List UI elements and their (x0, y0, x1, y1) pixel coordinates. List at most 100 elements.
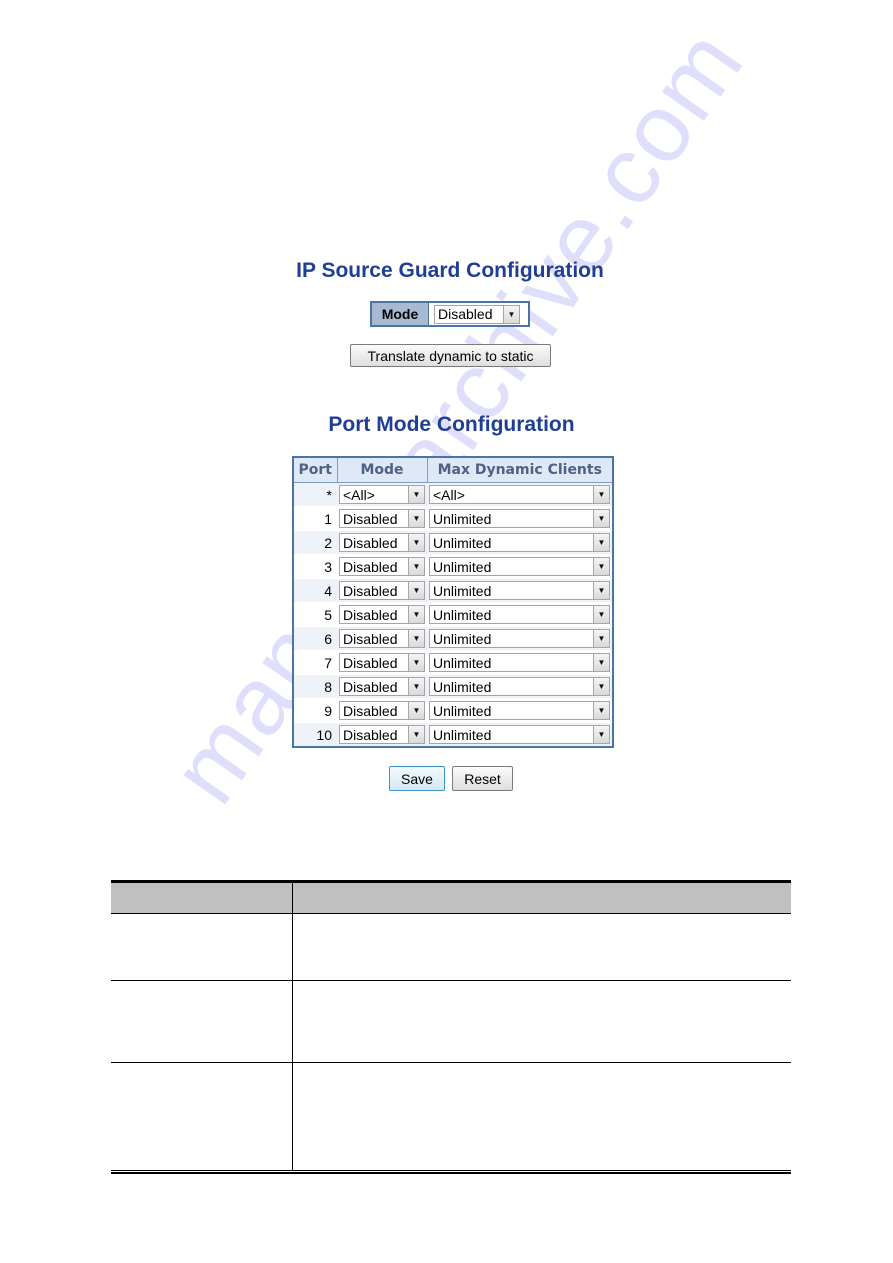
global-mode-select[interactable]: Disabled ▼ (434, 304, 520, 324)
port-row: 1 Disabled ▼ Unlimited ▼ (293, 506, 613, 531)
port-mode-value: Disabled (343, 678, 398, 695)
port-mode-select[interactable]: Disabled ▼ (339, 557, 425, 576)
port-mode-value: Disabled (343, 654, 398, 671)
chevron-down-icon[interactable]: ▼ (593, 654, 609, 671)
global-mode-value: Disabled (438, 306, 493, 322)
port-number: 7 (293, 650, 337, 675)
max-dynamic-clients-value: Unlimited (433, 534, 492, 551)
port-mode-select[interactable]: Disabled ▼ (339, 509, 425, 528)
port-number: 9 (293, 698, 337, 723)
max-dynamic-clients-select[interactable]: Unlimited ▼ (429, 533, 610, 552)
section-title: Port Mode Configuration (328, 413, 575, 436)
chevron-down-icon[interactable]: ▼ (408, 582, 424, 599)
port-mode-value: Disabled (343, 558, 398, 575)
port-row: 2 Disabled ▼ Unlimited ▼ (293, 530, 613, 555)
port-mode-select[interactable]: Disabled ▼ (339, 605, 425, 624)
chevron-down-icon[interactable]: ▼ (408, 558, 424, 575)
max-dynamic-clients-value: Unlimited (433, 582, 492, 599)
chevron-down-icon[interactable]: ▼ (593, 510, 609, 527)
max-dynamic-clients-select[interactable]: Unlimited ▼ (429, 653, 610, 672)
port-row: 7 Disabled ▼ Unlimited ▼ (293, 650, 613, 675)
port-mode-select[interactable]: Disabled ▼ (339, 629, 425, 648)
reset-button[interactable]: Reset (452, 766, 513, 791)
port-mode-value: <All> (343, 486, 375, 503)
max-dynamic-clients-value: Unlimited (433, 726, 492, 743)
chevron-down-icon[interactable]: ▼ (408, 510, 424, 527)
chevron-down-icon[interactable]: ▼ (408, 678, 424, 695)
port-number: 5 (293, 602, 337, 627)
chevron-down-icon[interactable]: ▼ (408, 726, 424, 743)
max-dynamic-clients-select[interactable]: Unlimited ▼ (429, 725, 610, 744)
translate-dynamic-to-static-button[interactable]: Translate dynamic to static (350, 344, 551, 367)
port-mode-select[interactable]: Disabled ▼ (339, 533, 425, 552)
chevron-down-icon[interactable]: ▼ (408, 702, 424, 719)
chevron-down-icon[interactable]: ▼ (593, 630, 609, 647)
max-dynamic-clients-select[interactable]: <All> ▼ (429, 485, 610, 504)
max-dynamic-clients-select[interactable]: Unlimited ▼ (429, 581, 610, 600)
chevron-down-icon[interactable]: ▼ (408, 654, 424, 671)
port-mode-value: Disabled (343, 534, 398, 551)
port-mode-select[interactable]: Disabled ▼ (339, 725, 425, 744)
max-dynamic-clients-value: Unlimited (433, 702, 492, 719)
column-header-port: Port (292, 456, 338, 483)
port-mode-select[interactable]: Disabled ▼ (339, 701, 425, 720)
chevron-down-icon[interactable]: ▼ (593, 534, 609, 551)
port-mode-select[interactable]: Disabled ▼ (339, 581, 425, 600)
max-dynamic-clients-value: Unlimited (433, 510, 492, 527)
save-button[interactable]: Save (389, 766, 445, 791)
table-row (111, 914, 791, 981)
port-mode-select[interactable]: Disabled ▼ (339, 653, 425, 672)
column-header-max-dynamic-clients: Max Dynamic Clients (426, 456, 614, 483)
max-dynamic-clients-value: Unlimited (433, 654, 492, 671)
chevron-down-icon[interactable]: ▼ (593, 486, 609, 503)
port-row: 10 Disabled ▼ Unlimited ▼ (293, 722, 613, 748)
chevron-down-icon[interactable]: ▼ (408, 630, 424, 647)
chevron-down-icon[interactable]: ▼ (408, 486, 424, 503)
port-number: 1 (293, 506, 337, 531)
port-row: 5 Disabled ▼ Unlimited ▼ (293, 602, 613, 627)
table-row (111, 1063, 791, 1170)
max-dynamic-clients-select[interactable]: Unlimited ▼ (429, 509, 610, 528)
chevron-down-icon[interactable]: ▼ (593, 702, 609, 719)
max-dynamic-clients-select[interactable]: Unlimited ▼ (429, 605, 610, 624)
port-mode-select[interactable]: <All> ▼ (339, 485, 425, 504)
port-number: 8 (293, 674, 337, 699)
max-dynamic-clients-value: Unlimited (433, 558, 492, 575)
table-row (111, 981, 791, 1063)
port-mode-value: Disabled (343, 582, 398, 599)
chevron-down-icon[interactable]: ▼ (408, 534, 424, 551)
chevron-down-icon[interactable]: ▼ (503, 305, 519, 323)
max-dynamic-clients-value: <All> (433, 486, 465, 503)
max-dynamic-clients-select[interactable]: Unlimited ▼ (429, 557, 610, 576)
port-mode-select[interactable]: Disabled ▼ (339, 677, 425, 696)
column-header-mode: Mode (336, 456, 428, 483)
chevron-down-icon[interactable]: ▼ (593, 582, 609, 599)
port-row: 6 Disabled ▼ Unlimited ▼ (293, 626, 613, 651)
port-mode-value: Disabled (343, 726, 398, 743)
port-mode-value: Disabled (343, 630, 398, 647)
max-dynamic-clients-select[interactable]: Unlimited ▼ (429, 701, 610, 720)
chevron-down-icon[interactable]: ▼ (593, 726, 609, 743)
port-number: 2 (293, 530, 337, 555)
port-row: 9 Disabled ▼ Unlimited ▼ (293, 698, 613, 723)
description-table (111, 880, 791, 1174)
chevron-down-icon[interactable]: ▼ (593, 678, 609, 695)
max-dynamic-clients-value: Unlimited (433, 630, 492, 647)
chevron-down-icon[interactable]: ▼ (593, 558, 609, 575)
port-mode-table: Port Mode Max Dynamic Clients * <All> ▼ <Al… (292, 456, 614, 748)
port-mode-value: Disabled (343, 702, 398, 719)
port-row: 4 Disabled ▼ Unlimited ▼ (293, 578, 613, 603)
port-number: 10 (293, 722, 337, 748)
port-number: 3 (293, 554, 337, 579)
port-number: 4 (293, 578, 337, 603)
port-number: 6 (293, 626, 337, 651)
global-mode-row: Mode Disabled ▼ (370, 301, 530, 327)
max-dynamic-clients-select[interactable]: Unlimited ▼ (429, 629, 610, 648)
table-header-row (111, 883, 791, 914)
chevron-down-icon[interactable]: ▼ (408, 606, 424, 623)
max-dynamic-clients-value: Unlimited (433, 606, 492, 623)
max-dynamic-clients-select[interactable]: Unlimited ▼ (429, 677, 610, 696)
chevron-down-icon[interactable]: ▼ (593, 606, 609, 623)
global-mode-label: Mode (372, 303, 429, 325)
table-bottom-rule (111, 1170, 791, 1174)
